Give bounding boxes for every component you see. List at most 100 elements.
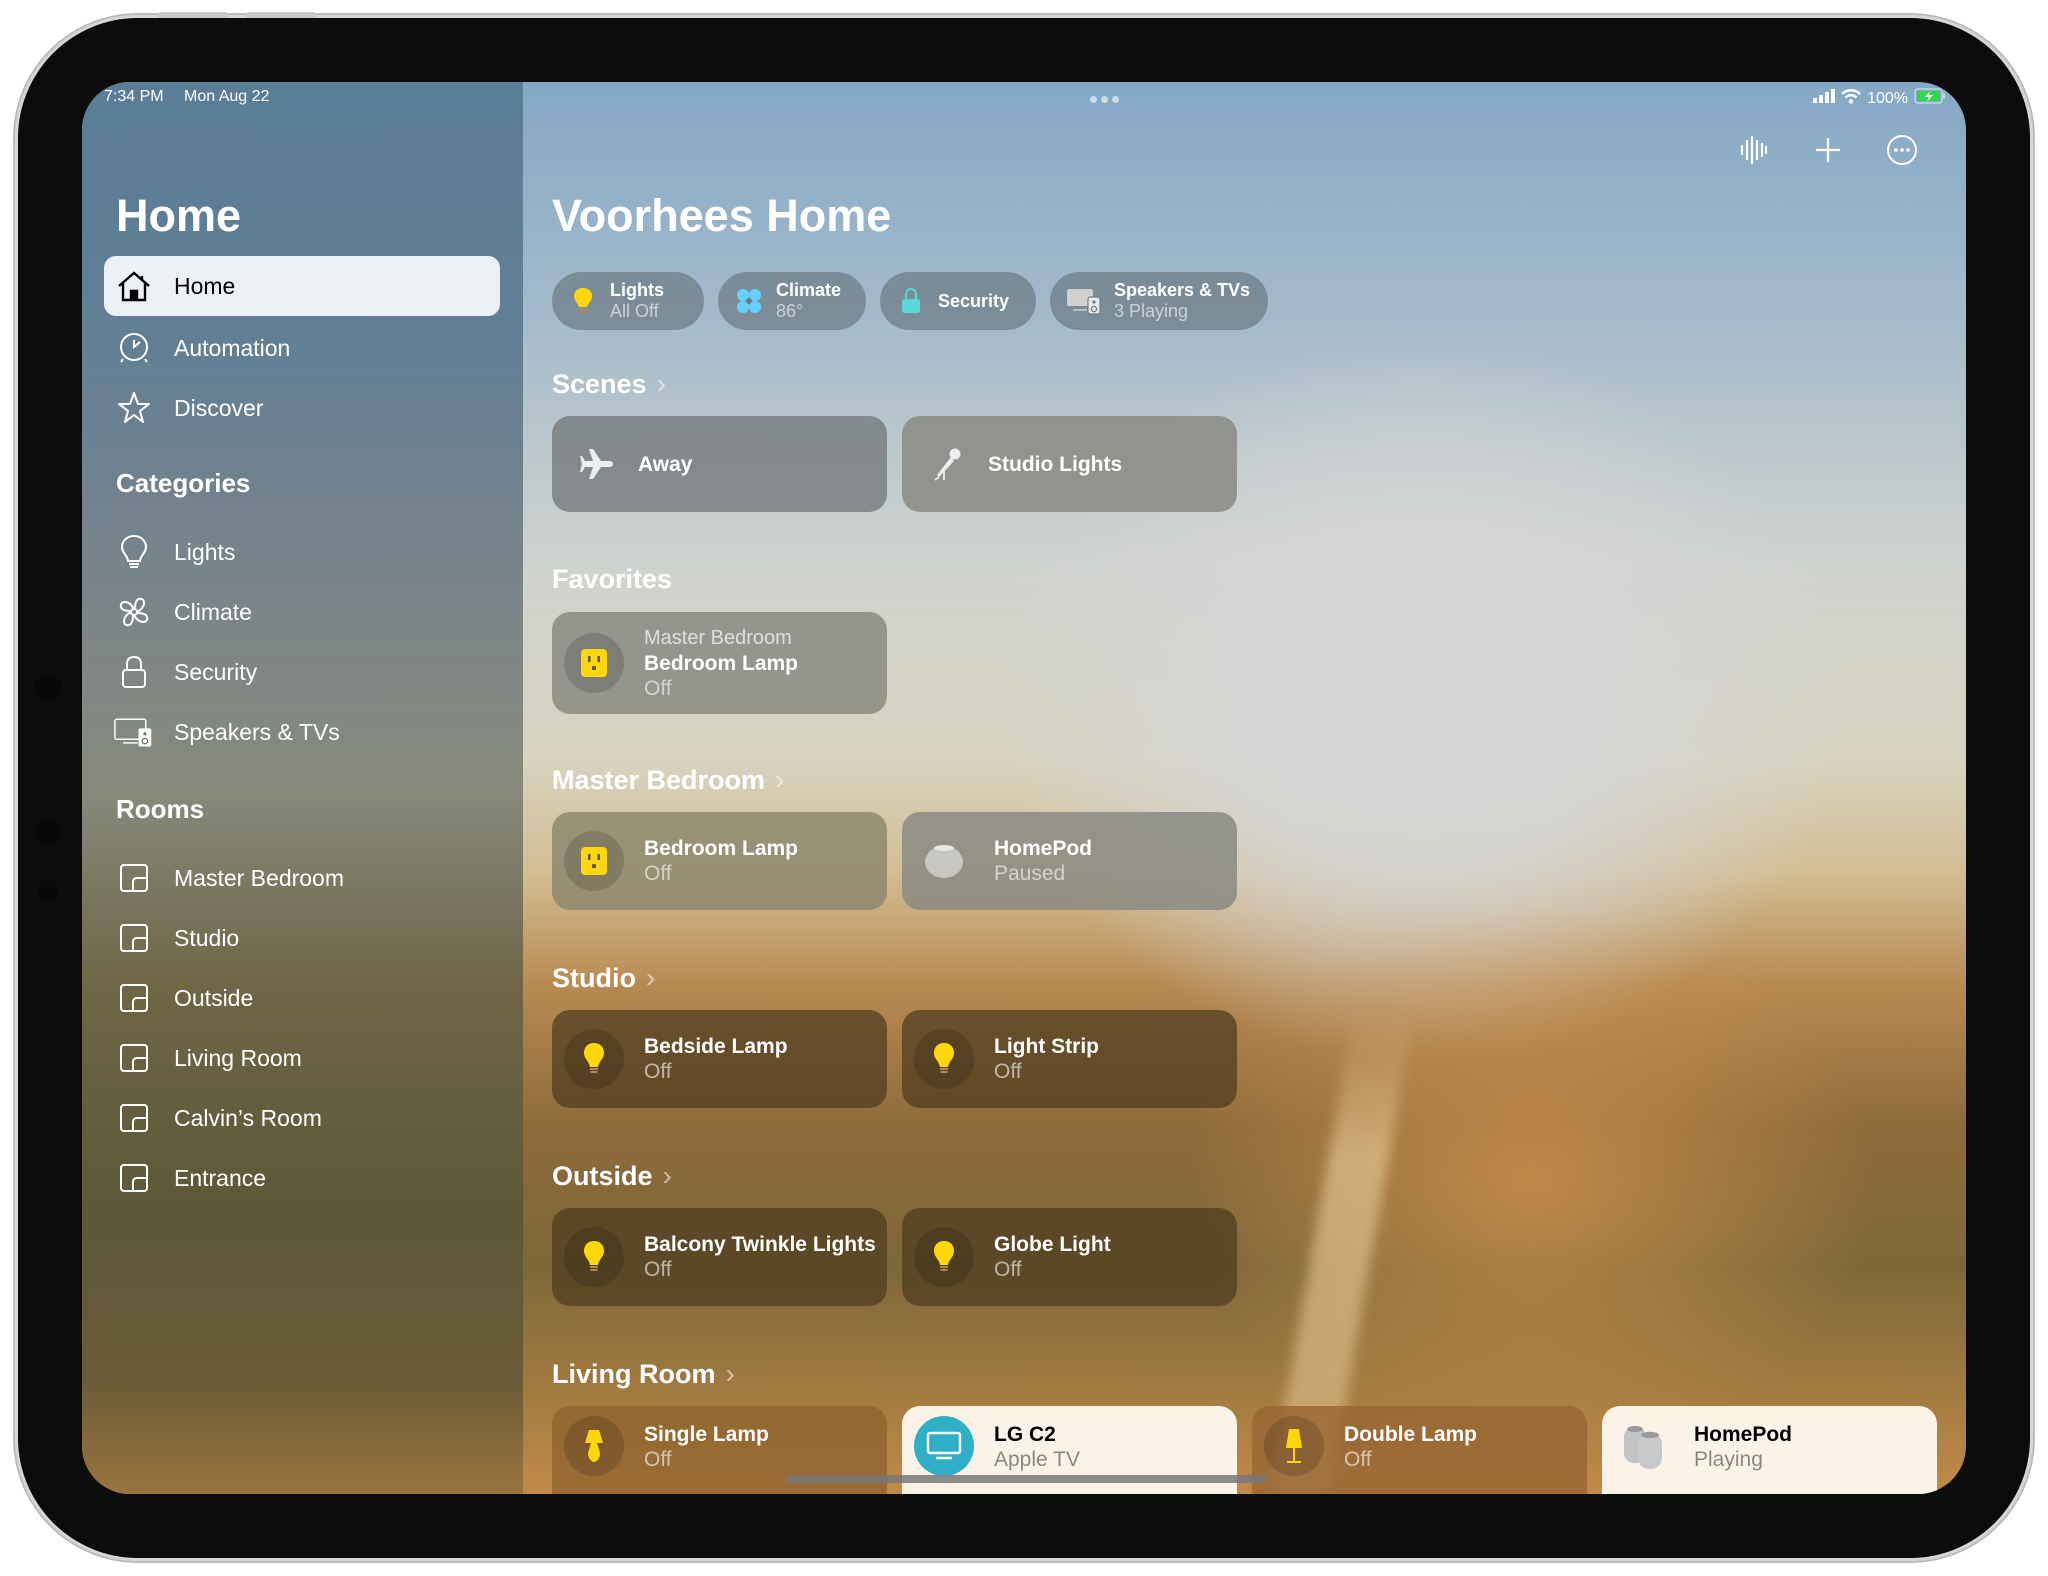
sidebar-item-master-bedroom[interactable]: Master Bedroom bbox=[104, 848, 500, 908]
accessory-tile[interactable]: Bedside Lamp Off bbox=[552, 1010, 887, 1108]
accessory-state: Off bbox=[644, 676, 672, 700]
tv-speaker-icon bbox=[114, 712, 154, 752]
sidebar-item-label: Studio bbox=[174, 924, 240, 951]
airplane-icon bbox=[572, 434, 622, 494]
pill-title: Lights bbox=[610, 280, 664, 300]
lock-icon bbox=[896, 286, 926, 316]
sidebar-item-home[interactable]: Home bbox=[104, 256, 500, 316]
sidebar-item-label: Outside bbox=[174, 984, 254, 1011]
fan-icon bbox=[734, 286, 764, 316]
accessory-tile[interactable]: Light Strip Off bbox=[902, 1010, 1237, 1108]
sidebar-item-outside[interactable]: Outside bbox=[104, 968, 500, 1028]
categories-heading: Categories bbox=[116, 468, 251, 498]
add-button[interactable] bbox=[1806, 130, 1850, 174]
microphone-icon bbox=[922, 434, 972, 494]
accessory-name: Single Lamp bbox=[644, 1423, 769, 1446]
pill-speakers-tvs[interactable]: Speakers & TVs 3 Playing bbox=[1050, 272, 1268, 330]
sidebar-item-label: Living Room bbox=[174, 1044, 302, 1071]
room-icon bbox=[114, 858, 154, 898]
lightbulb-icon bbox=[564, 1029, 624, 1089]
scene-away[interactable]: Away bbox=[552, 416, 887, 512]
more-button[interactable] bbox=[1880, 130, 1924, 174]
favorites-heading: Favorites bbox=[552, 564, 672, 595]
home-indicator[interactable] bbox=[786, 1475, 1266, 1483]
camera-lens bbox=[34, 818, 62, 846]
accessory-state: Off bbox=[644, 1258, 672, 1281]
accessory-tile[interactable]: HomePod Playing bbox=[1602, 1406, 1937, 1494]
accessory-room: Master Bedroom bbox=[644, 626, 792, 649]
sidebar-item-living-room[interactable]: Living Room bbox=[104, 1028, 500, 1088]
sidebar-item-label: Calvin’s Room bbox=[174, 1104, 322, 1131]
accessory-tile[interactable]: Globe Light Off bbox=[902, 1208, 1237, 1306]
sidebar-item-discover[interactable]: Discover bbox=[104, 378, 500, 438]
accessory-tile[interactable]: Balcony Twinkle Lights Off bbox=[552, 1208, 887, 1306]
room-heading-label: Living Room bbox=[552, 1358, 716, 1389]
accessory-tile[interactable]: HomePod Paused bbox=[902, 812, 1237, 910]
sidebar-item-calvins-room[interactable]: Calvin’s Room bbox=[104, 1088, 500, 1148]
sidebar-item-label: Discover bbox=[174, 394, 264, 421]
sidebar-item-studio[interactable]: Studio bbox=[104, 908, 500, 968]
room-heading-outside[interactable]: Outside › bbox=[552, 1160, 672, 1192]
lightbulb-icon bbox=[114, 532, 154, 572]
lightbulb-icon bbox=[914, 1029, 974, 1089]
accessory-state: Paused bbox=[994, 862, 1066, 885]
accessory-state: Off bbox=[994, 1060, 1022, 1083]
room-heading-label: Master Bedroom bbox=[552, 764, 766, 795]
sidebar-item-entrance[interactable]: Entrance bbox=[104, 1148, 500, 1208]
sidebar-item-label: Entrance bbox=[174, 1164, 267, 1191]
pill-security[interactable]: Security bbox=[880, 272, 1036, 330]
pill-lights[interactable]: Lights All Off bbox=[552, 272, 704, 330]
room-heading-studio[interactable]: Studio › bbox=[552, 962, 655, 994]
scene-studio-lights[interactable]: Studio Lights bbox=[902, 416, 1237, 512]
lock-icon bbox=[114, 652, 154, 692]
accessory-name: Light Strip bbox=[994, 1035, 1099, 1058]
scenes-heading-label: Scenes bbox=[552, 368, 647, 399]
accessory-tile[interactable]: Bedroom Lamp Off bbox=[552, 812, 887, 910]
sidebar-item-label: Home bbox=[174, 272, 236, 299]
sidebar: 7:34 PM Mon Aug 22 Home Home Automation bbox=[82, 82, 523, 1494]
accessory-tile[interactable]: Master Bedroom Bedroom Lamp Off bbox=[552, 612, 887, 714]
pill-subtitle: 86° bbox=[776, 301, 804, 321]
fan-icon bbox=[114, 592, 154, 632]
pill-subtitle: All Off bbox=[610, 301, 659, 321]
multitasking-dots[interactable] bbox=[1090, 96, 1119, 103]
house-icon bbox=[114, 266, 154, 306]
favorites-heading-label: Favorites bbox=[552, 564, 673, 594]
sidebar-item-label: Master Bedroom bbox=[174, 864, 345, 891]
accessory-state: Apple TV bbox=[994, 1448, 1080, 1471]
siri-button[interactable] bbox=[1732, 130, 1776, 174]
accessory-name: Bedside Lamp bbox=[644, 1035, 788, 1058]
accessory-tile[interactable]: Double Lamp Off bbox=[1252, 1406, 1587, 1494]
cellular-signal-icon bbox=[1813, 89, 1836, 108]
pill-title: Security bbox=[938, 290, 1010, 311]
wallpaper-glow bbox=[1182, 902, 1882, 1462]
homepod-mini-icon bbox=[914, 831, 974, 891]
sidebar-item-label: Automation bbox=[174, 334, 291, 361]
floor-lamp-icon bbox=[1264, 1416, 1324, 1476]
room-heading-master-bedroom[interactable]: Master Bedroom › bbox=[552, 764, 784, 796]
lightbulb-icon bbox=[564, 1227, 624, 1287]
camera-lens bbox=[34, 673, 62, 701]
pill-climate[interactable]: Climate 86° bbox=[718, 272, 866, 330]
pill-title: Climate bbox=[776, 280, 842, 300]
page-title: Voorhees Home bbox=[552, 190, 892, 241]
lightbulb-icon bbox=[568, 286, 598, 316]
ipad-frame: 7:34 PM Mon Aug 22 Home Home Automation bbox=[18, 12, 2030, 1558]
accessory-state: Off bbox=[644, 1448, 672, 1471]
sidebar-item-climate[interactable]: Climate bbox=[104, 582, 500, 642]
sidebar-item-speakers-tvs[interactable]: Speakers & TVs bbox=[104, 702, 500, 762]
chevron-right-icon: › bbox=[656, 368, 666, 399]
accessory-state: Off bbox=[644, 1060, 672, 1083]
pill-title: Speakers & TVs bbox=[1114, 280, 1251, 300]
scenes-heading[interactable]: Scenes › bbox=[552, 368, 666, 400]
tv-speaker-icon bbox=[1066, 286, 1102, 316]
room-heading-living-room[interactable]: Living Room › bbox=[552, 1358, 735, 1390]
accessory-name: HomePod bbox=[994, 837, 1093, 860]
plus-icon bbox=[1815, 137, 1841, 168]
chevron-right-icon: › bbox=[775, 764, 785, 795]
sidebar-item-lights[interactable]: Lights bbox=[104, 522, 500, 582]
status-date: Mon Aug 22 bbox=[184, 88, 270, 105]
sidebar-item-automation[interactable]: Automation bbox=[104, 318, 500, 378]
room-icon bbox=[114, 1098, 154, 1138]
sidebar-item-security[interactable]: Security bbox=[104, 642, 500, 702]
